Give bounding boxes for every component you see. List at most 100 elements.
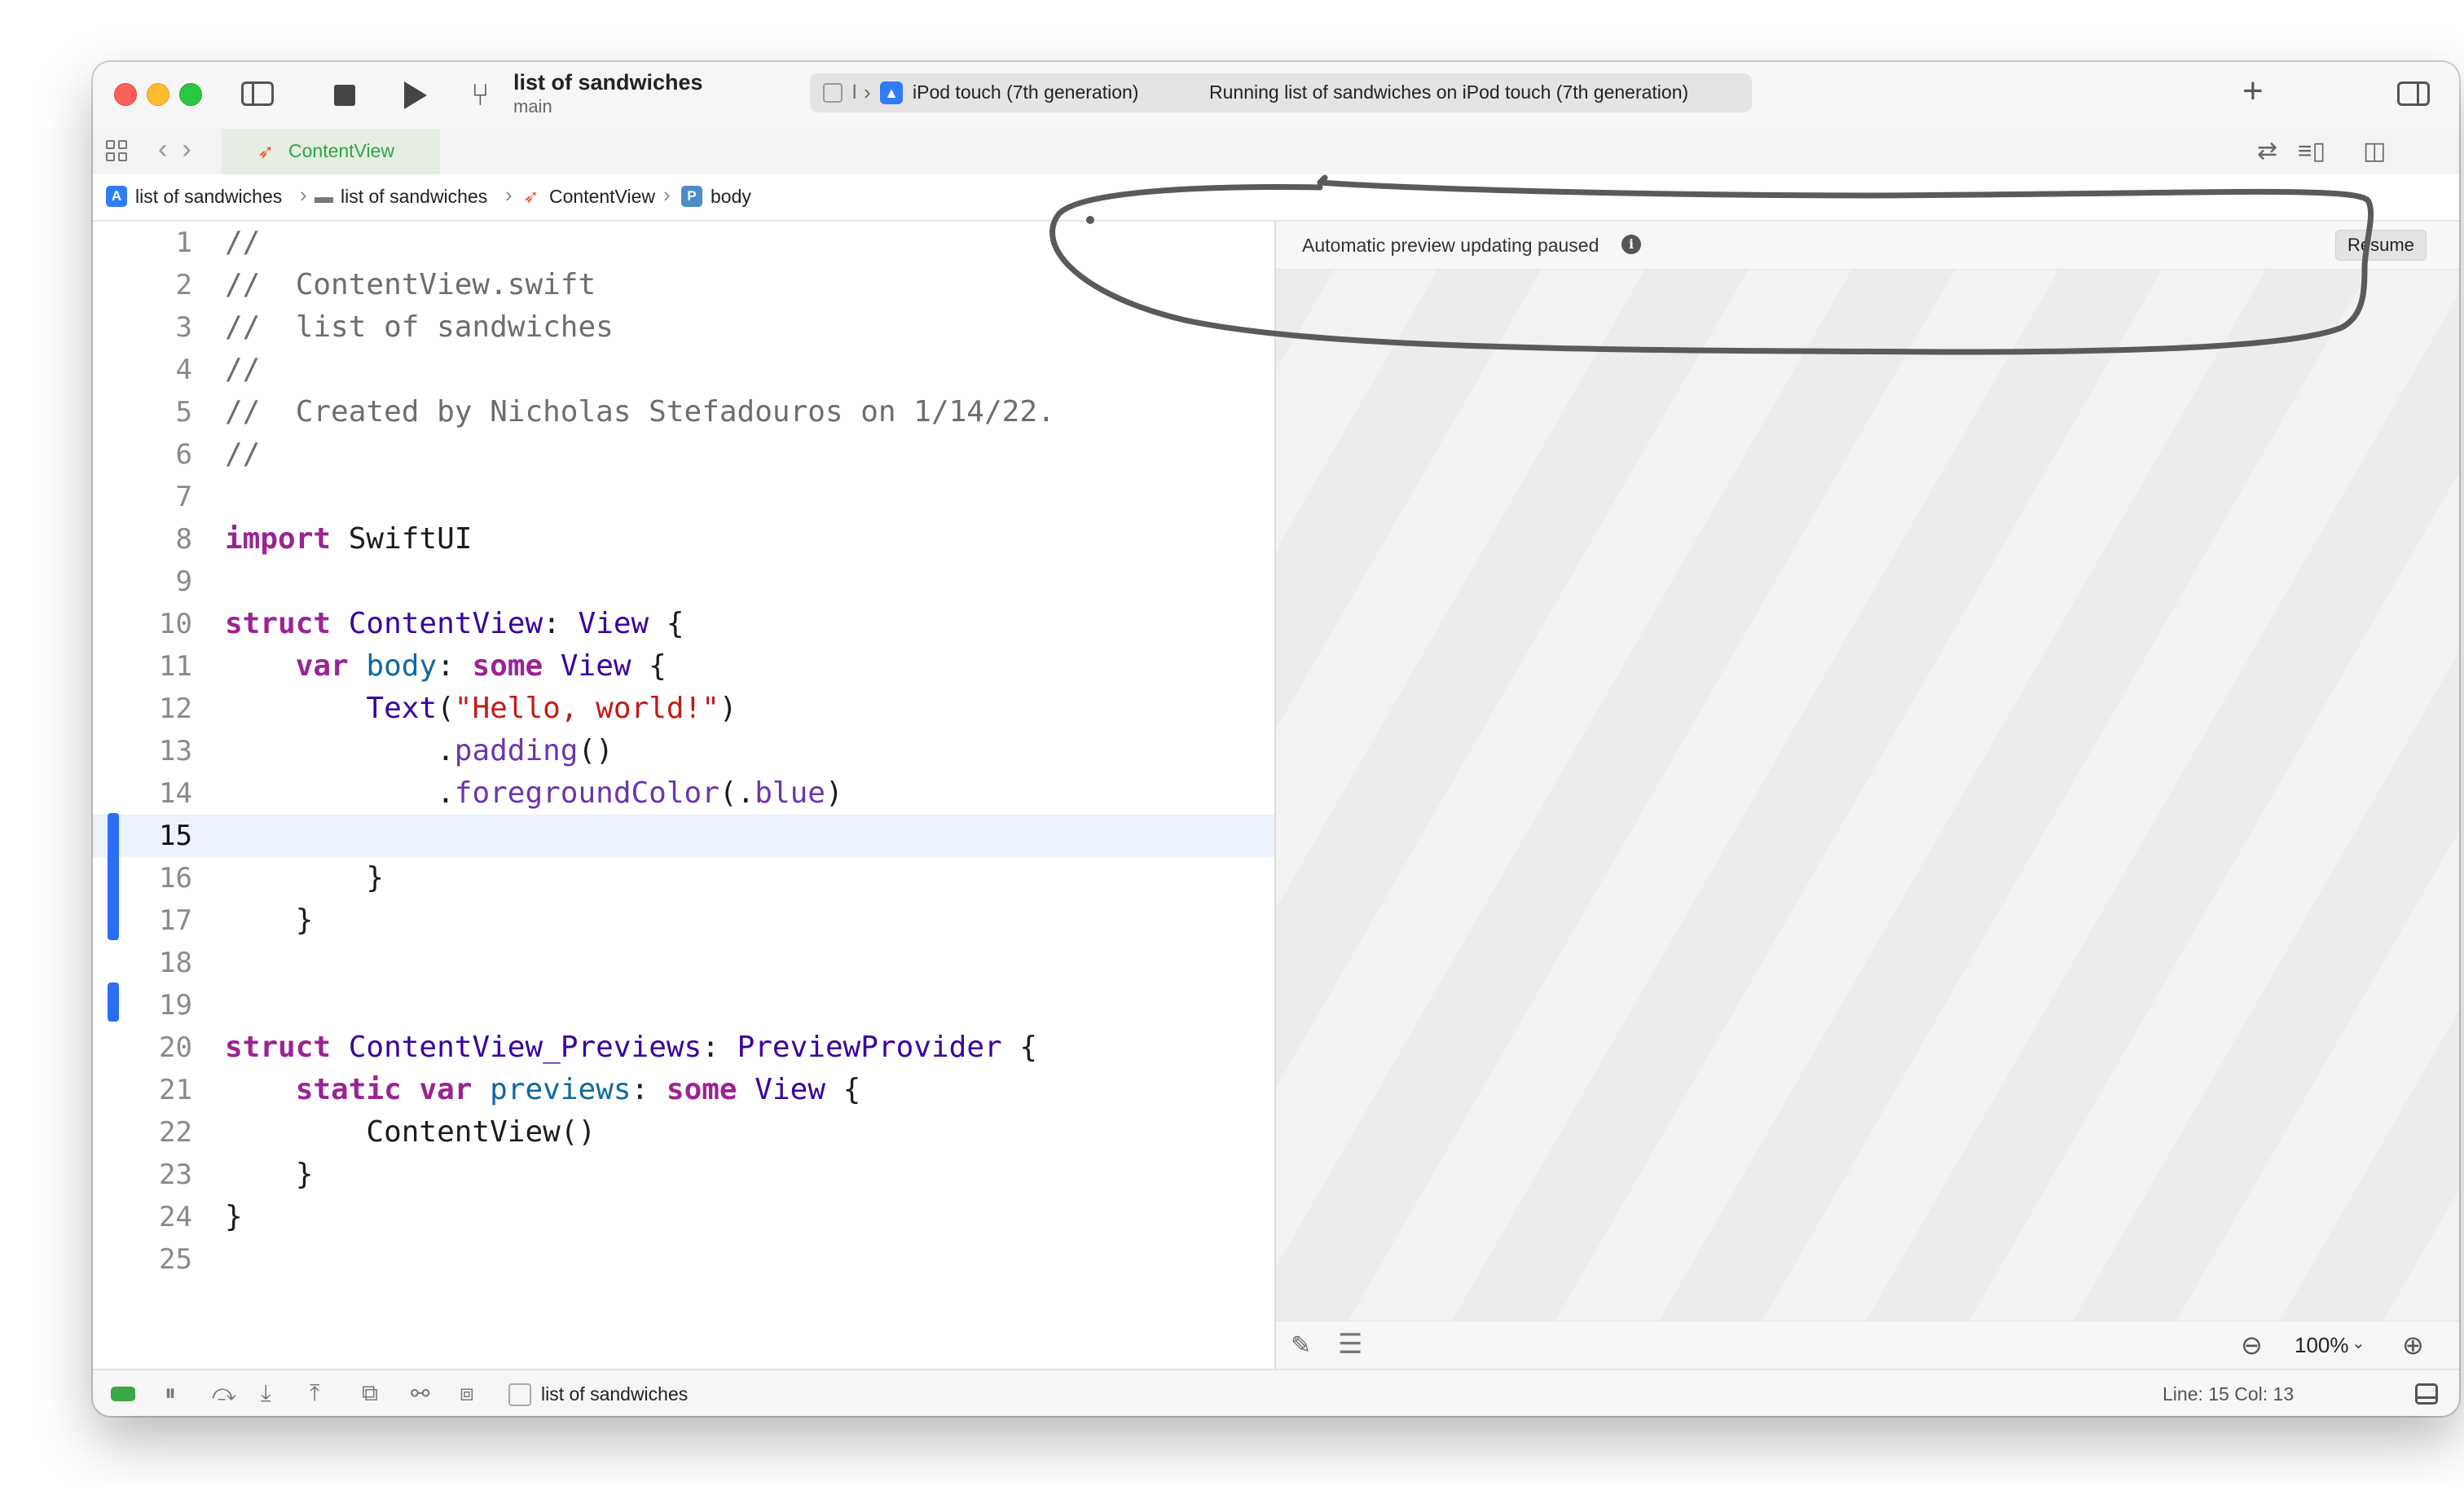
line-number[interactable]: 7: [142, 476, 192, 518]
code-text[interactable]: struct ContentView_Previews: PreviewProv…: [225, 1027, 1037, 1069]
code-line[interactable]: 7: [93, 476, 1274, 518]
code-line[interactable]: 6 //: [93, 433, 1274, 476]
code-line[interactable]: 18: [93, 942, 1274, 984]
line-number[interactable]: 21: [142, 1069, 192, 1111]
preview-settings-icon[interactable]: ☰: [1338, 1328, 1362, 1361]
code-line[interactable]: 14 .foregroundColor(.blue): [93, 772, 1274, 815]
project-title[interactable]: list of sandwiches: [513, 70, 703, 95]
zoom-in-icon[interactable]: ⊕: [2402, 1330, 2424, 1361]
environment-overrides-icon[interactable]: ⧈: [460, 1380, 474, 1407]
process-name[interactable]: list of sandwiches: [541, 1383, 688, 1405]
view-hierarchy-icon[interactable]: ⧉: [362, 1380, 378, 1407]
line-number[interactable]: 18: [142, 942, 192, 984]
code-line[interactable]: 9: [93, 561, 1274, 603]
scheme-name[interactable]: l: [852, 81, 856, 104]
swap-arrows-icon[interactable]: ⇄: [2257, 137, 2277, 165]
code-line[interactable]: 11 var body: some View {: [93, 645, 1274, 688]
code-text[interactable]: }: [225, 899, 314, 942]
pause-icon[interactable]: ⏸: [165, 1380, 176, 1407]
line-number[interactable]: 22: [142, 1111, 192, 1154]
run-icon[interactable]: [404, 81, 427, 109]
code-line[interactable]: 19: [93, 984, 1274, 1027]
debug-area-toggle-icon[interactable]: [111, 1387, 135, 1401]
code-text[interactable]: static var previews: some View {: [225, 1069, 861, 1111]
split-editor-icon[interactable]: ◫: [2363, 137, 2386, 165]
code-text[interactable]: .padding(): [225, 730, 614, 772]
tab-contentview[interactable]: ➶ ContentView: [222, 129, 440, 174]
line-number[interactable]: 1: [142, 222, 192, 264]
code-text[interactable]: Text("Hello, world!"): [225, 688, 737, 730]
line-number[interactable]: 17: [142, 899, 192, 942]
code-text[interactable]: //: [225, 433, 260, 476]
editor-options-icon[interactable]: ≡▯: [2298, 137, 2325, 165]
code-line[interactable]: 5 // Created by Nicholas Stefadouros on 1…: [93, 391, 1274, 433]
minimize-window-button[interactable]: [147, 83, 169, 106]
code-text[interactable]: // ContentView.swift: [225, 264, 596, 306]
breadcrumb-symbol[interactable]: body: [711, 186, 751, 208]
code-text[interactable]: ContentView(): [225, 1111, 596, 1154]
line-number[interactable]: 10: [142, 603, 192, 645]
scheme-icon[interactable]: [823, 83, 843, 103]
resume-button[interactable]: Resume: [2335, 230, 2427, 261]
code-line[interactable]: 8 import SwiftUI: [93, 518, 1274, 561]
info-icon[interactable]: i: [1621, 235, 1641, 254]
code-text[interactable]: struct ContentView: View {: [225, 603, 684, 645]
code-line[interactable]: 15: [93, 815, 1274, 857]
code-text[interactable]: //: [225, 222, 260, 264]
line-number[interactable]: 14: [142, 772, 192, 815]
preview-canvas[interactable]: Automatic preview updating paused i Resu…: [1274, 222, 2459, 1369]
code-line[interactable]: 4 //: [93, 349, 1274, 391]
code-line[interactable]: 17 }: [93, 899, 1274, 942]
source-control-branch-icon[interactable]: ⑂: [471, 80, 490, 111]
code-line[interactable]: 20 struct ContentView_Previews: PreviewPr…: [93, 1027, 1274, 1069]
change-indicator[interactable]: [108, 983, 119, 1022]
code-text[interactable]: .foregroundColor(.blue): [225, 772, 843, 815]
activity-bar[interactable]: l › ▲ iPod touch (7th generation) Runnin…: [810, 73, 1752, 112]
related-items-grid-icon[interactable]: [106, 140, 129, 163]
line-number[interactable]: 9: [142, 561, 192, 603]
line-number[interactable]: 6: [142, 433, 192, 476]
line-number[interactable]: 24: [142, 1196, 192, 1238]
code-line[interactable]: 22 ContentView(): [93, 1111, 1274, 1154]
line-number[interactable]: 15: [142, 815, 192, 857]
code-text[interactable]: //: [225, 349, 260, 391]
code-text[interactable]: // Created by Nicholas Stefadouros on 1/…: [225, 391, 1055, 433]
run-destination[interactable]: iPod touch (7th generation): [913, 81, 1138, 103]
chevron-down-icon[interactable]: ⌄: [2352, 1333, 2365, 1353]
line-number[interactable]: 3: [142, 306, 192, 349]
code-line[interactable]: 16 }: [93, 857, 1274, 899]
line-number[interactable]: 16: [142, 857, 192, 899]
code-line[interactable]: 12 Text("Hello, world!"): [93, 688, 1274, 730]
back-forward-arrows-icon[interactable]: ‹›: [158, 134, 206, 165]
code-text[interactable]: import SwiftUI: [225, 518, 472, 561]
code-line[interactable]: 2 // ContentView.swift: [93, 264, 1274, 306]
code-line[interactable]: 23 }: [93, 1154, 1274, 1196]
code-line[interactable]: 24}: [93, 1196, 1274, 1238]
line-number[interactable]: 13: [142, 730, 192, 772]
code-line[interactable]: 1 //: [93, 222, 1274, 264]
step-over-icon[interactable]: ⤼: [212, 1380, 236, 1407]
code-line[interactable]: 10 struct ContentView: View {: [93, 603, 1274, 645]
code-line[interactable]: 3 // list of sandwiches: [93, 306, 1274, 349]
zoom-level[interactable]: 100%: [2295, 1333, 2349, 1358]
step-out-icon[interactable]: ⤒: [310, 1380, 319, 1407]
line-number[interactable]: 25: [142, 1238, 192, 1281]
line-number[interactable]: 20: [142, 1027, 192, 1069]
line-number[interactable]: 11: [142, 645, 192, 688]
debug-panel-toggle-icon[interactable]: [2415, 1383, 2438, 1405]
step-into-icon[interactable]: ⤓: [261, 1380, 271, 1407]
zoom-out-icon[interactable]: ⊖: [2241, 1330, 2263, 1361]
zoom-window-button[interactable]: [179, 83, 202, 106]
close-window-button[interactable]: [114, 83, 137, 106]
memory-graph-icon[interactable]: ⚯: [411, 1380, 429, 1407]
code-text[interactable]: // list of sandwiches: [225, 306, 614, 349]
breadcrumb-group[interactable]: list of sandwiches: [341, 186, 487, 208]
line-number[interactable]: 2: [142, 264, 192, 306]
source-editor[interactable]: 25 24} 23 } 22 ContentView() 21 static var p…: [93, 222, 1274, 1369]
stop-icon[interactable]: [334, 85, 355, 106]
pin-icon[interactable]: ✎: [1291, 1331, 1311, 1360]
line-number[interactable]: 19: [142, 984, 192, 1027]
breadcrumb-project[interactable]: list of sandwiches: [135, 186, 282, 208]
code-text[interactable]: }: [225, 1196, 243, 1238]
change-indicator[interactable]: [108, 813, 119, 940]
